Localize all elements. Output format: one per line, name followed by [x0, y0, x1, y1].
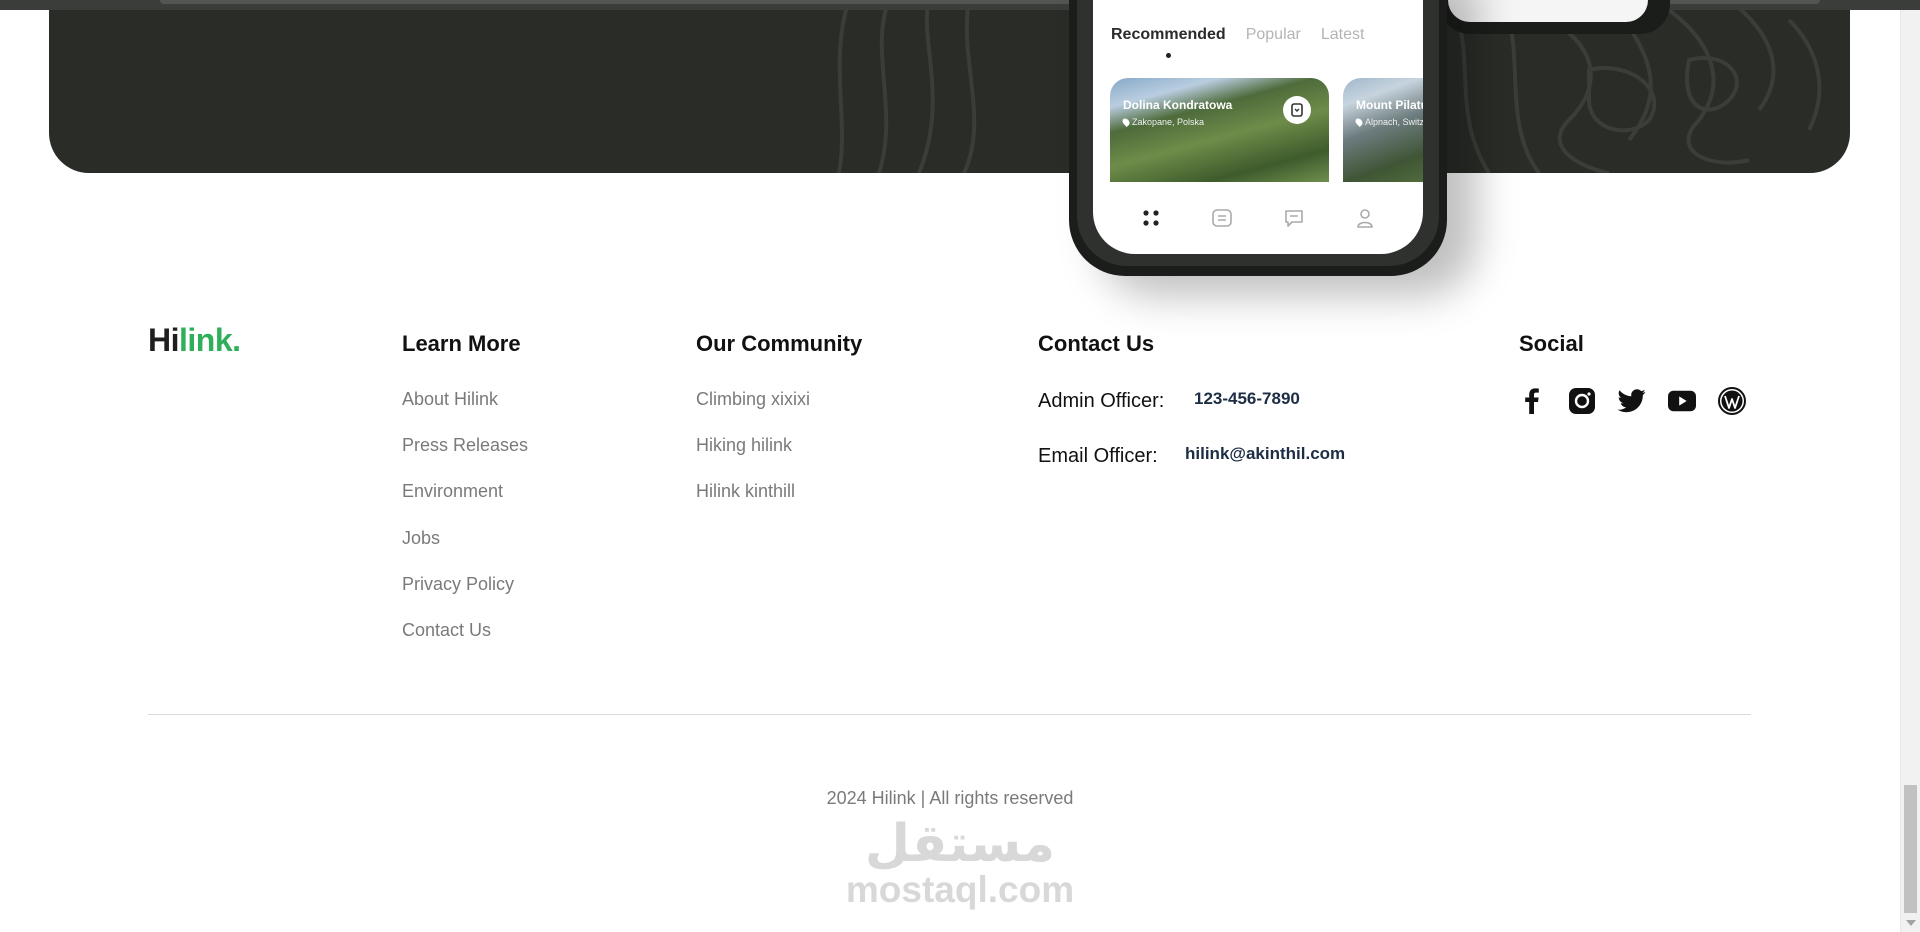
- scrollbar-thumb[interactable]: [1904, 785, 1917, 913]
- watermark-arabic: مستقل: [864, 814, 1056, 874]
- card-title: Mount Pilatu: [1356, 98, 1423, 112]
- phone-screen: Recommended Popular Latest Dolina Kondra…: [1093, 0, 1423, 254]
- email-officer-address[interactable]: hilink@akinthil.com: [1185, 444, 1345, 464]
- admin-officer-label: Admin Officer:: [1038, 390, 1165, 412]
- card-location: Zakopane, Polska: [1132, 117, 1205, 127]
- link-privacy-policy[interactable]: Privacy Policy: [402, 574, 514, 595]
- link-kinthill[interactable]: Hilink kinthill: [696, 481, 795, 502]
- watermark-latin: mostaql.com: [845, 869, 1075, 910]
- youtube-icon[interactable]: [1668, 387, 1696, 415]
- profile-icon[interactable]: [1353, 206, 1377, 230]
- site-logo[interactable]: Hilink.: [148, 322, 241, 359]
- twitter-icon[interactable]: [1618, 387, 1646, 415]
- link-press-releases[interactable]: Press Releases: [402, 435, 528, 456]
- list-icon[interactable]: [1210, 206, 1234, 230]
- social-icons: [1518, 387, 1746, 415]
- chat-icon[interactable]: [1282, 206, 1306, 230]
- active-tab-indicator: [1166, 53, 1171, 58]
- email-officer-label: Email Officer:: [1038, 445, 1158, 467]
- community-heading: Our Community: [696, 331, 863, 356]
- copyright-text: 2024 Hilink | All rights reserved: [826, 788, 1074, 808]
- footer-divider: [148, 714, 1751, 715]
- instagram-icon[interactable]: [1568, 387, 1596, 415]
- wordpress-icon[interactable]: [1718, 387, 1746, 415]
- learn-more-heading: Learn More: [402, 331, 521, 356]
- bookmark-icon[interactable]: [1283, 96, 1311, 124]
- phone-bottom-nav: [1093, 206, 1423, 230]
- social-heading: Social: [1519, 331, 1584, 356]
- phone-edge-decoration: [1440, 0, 1670, 34]
- card-location: Alpnach, Switze: [1365, 117, 1423, 127]
- link-jobs[interactable]: Jobs: [402, 528, 440, 549]
- admin-officer-phone[interactable]: 123-456-7890: [1194, 389, 1300, 409]
- link-environment[interactable]: Environment: [402, 481, 503, 502]
- destination-card[interactable]: Mount Pilatu Alpnach, Switze: [1343, 78, 1423, 182]
- link-climbing[interactable]: Climbing xixixi: [696, 389, 810, 410]
- tab-popular[interactable]: Popular: [1246, 26, 1301, 44]
- phone-tabs: Recommended Popular Latest: [1111, 26, 1364, 44]
- tab-recommended[interactable]: Recommended: [1111, 26, 1226, 44]
- link-contact-us[interactable]: Contact Us: [402, 620, 491, 641]
- vertical-scrollbar[interactable]: [1900, 0, 1920, 932]
- link-about[interactable]: About Hilink: [402, 389, 498, 410]
- logo-text-primary: Hi: [148, 322, 180, 358]
- grid-icon[interactable]: [1139, 206, 1163, 230]
- logo-text-accent: link.: [179, 322, 241, 358]
- watermark-logo: مستقل mostaql.com: [843, 814, 1077, 910]
- scroll-down-arrow-icon[interactable]: [1906, 920, 1916, 926]
- destination-card[interactable]: Dolina Kondratowa Zakopane, Polska: [1110, 78, 1329, 182]
- tab-latest[interactable]: Latest: [1321, 26, 1365, 44]
- location-pin-icon: [1121, 117, 1131, 127]
- facebook-icon[interactable]: [1518, 387, 1546, 415]
- contact-heading: Contact Us: [1038, 331, 1155, 356]
- card-title: Dolina Kondratowa: [1123, 98, 1233, 112]
- phone-mockup: Recommended Popular Latest Dolina Kondra…: [1069, 0, 1447, 276]
- location-pin-icon: [1354, 117, 1364, 127]
- link-hiking[interactable]: Hiking hilink: [696, 435, 792, 456]
